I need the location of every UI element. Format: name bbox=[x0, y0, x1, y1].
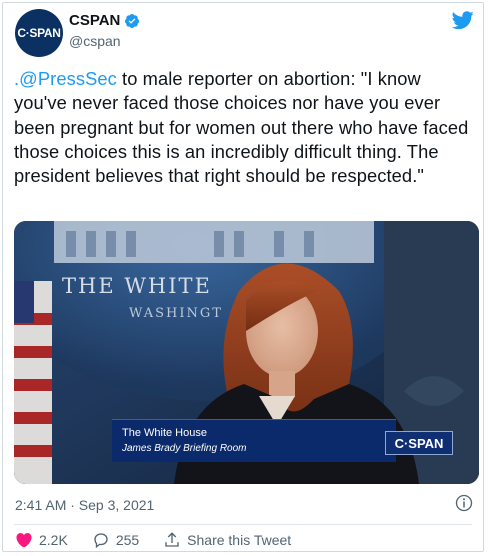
action-bar: 2.2K 255 Share this Tweet bbox=[15, 531, 315, 549]
like-button[interactable]: 2.2K bbox=[15, 531, 68, 549]
account-handle[interactable]: @cspan bbox=[69, 33, 121, 49]
account-name-row[interactable]: CSPAN bbox=[69, 12, 140, 29]
reply-count: 255 bbox=[115, 532, 140, 548]
tweet-card: C·SPAN CSPAN @cspan .@PressSec to male r… bbox=[2, 2, 484, 552]
reply-button[interactable]: 255 bbox=[92, 531, 139, 549]
twitter-bird-icon[interactable] bbox=[451, 9, 475, 31]
heart-icon bbox=[16, 533, 32, 548]
share-label: Share this Tweet bbox=[187, 532, 292, 548]
info-icon[interactable] bbox=[455, 494, 473, 512]
avatar-text: C·SPAN bbox=[17, 26, 61, 40]
reply-icon bbox=[94, 533, 108, 549]
network-bug: C·SPAN bbox=[385, 431, 453, 455]
like-count: 2.2K bbox=[39, 532, 68, 548]
lower-third: The White House James Brady Briefing Roo… bbox=[112, 419, 396, 462]
avatar[interactable]: C·SPAN bbox=[15, 9, 63, 57]
divider bbox=[14, 524, 472, 525]
share-icon bbox=[165, 532, 179, 547]
tweet-text: .@PressSec to male reporter on abortion:… bbox=[14, 67, 476, 188]
share-button[interactable]: Share this Tweet bbox=[163, 531, 291, 549]
verified-badge-icon bbox=[125, 13, 140, 28]
lower-third-title: The White House bbox=[122, 427, 207, 439]
account-name[interactable]: CSPAN bbox=[69, 12, 120, 29]
mention-link[interactable]: .@PressSec bbox=[14, 68, 117, 89]
tweet-video[interactable]: THE WHITE WASHINGT The White House James… bbox=[14, 221, 479, 484]
lower-third-subtitle: James Brady Briefing Room bbox=[122, 443, 247, 454]
tweet-timestamp[interactable]: 2:41 AM · Sep 3, 2021 bbox=[15, 497, 154, 513]
